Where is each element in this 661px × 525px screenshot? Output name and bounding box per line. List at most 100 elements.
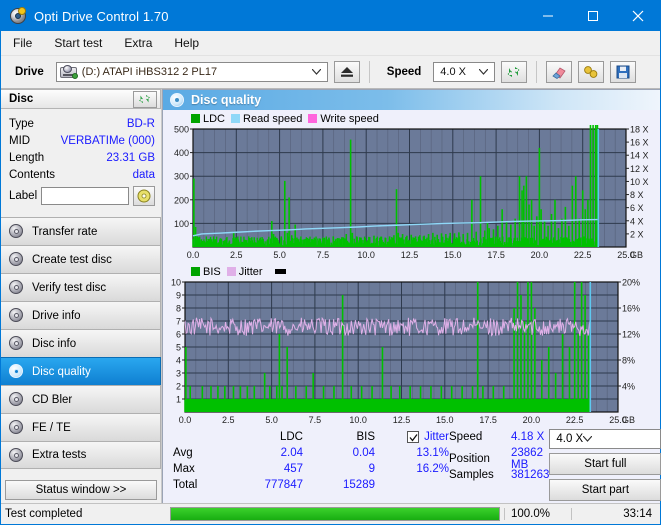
sidebar-item-label: Verify test disc (32, 281, 107, 294)
app-disc-icon (9, 7, 27, 25)
svg-text:7.5: 7.5 (317, 250, 330, 260)
start-part-button[interactable]: Start part (549, 479, 661, 501)
speed-result-value: 4.18 X (511, 431, 545, 443)
results-area: Speed 4.18 X Position 23862 MB Samples 3… (449, 429, 661, 501)
disc-contents-value: data (132, 168, 155, 181)
bis-chart-legend: BIS Jitter (163, 265, 660, 278)
speed-select[interactable]: 4.0 X (433, 62, 496, 82)
sidebar-item-create-test-disc[interactable]: Create test disc (1, 245, 161, 273)
legend-item-jitter: Jitter (226, 266, 263, 278)
stats-ldc-avg: 2.04 (280, 447, 303, 459)
svg-text:9: 9 (176, 291, 181, 301)
disc-label-cd-button[interactable] (133, 186, 155, 206)
svg-text:12%: 12% (622, 330, 640, 340)
sidebar-item-extra-tests[interactable]: Extra tests (1, 441, 161, 469)
sidebar-nav: Transfer rate Create test disc Verify te… (1, 217, 161, 469)
sidebar-item-verify-test-disc[interactable]: Verify test disc (1, 273, 161, 301)
disc-icon (9, 336, 24, 351)
drive-value: (D:) ATAPI iHBS312 2 PL17 (81, 66, 218, 78)
svg-text:20.0: 20.0 (523, 415, 541, 425)
disc-icon (9, 447, 24, 463)
speed-label: Speed (386, 66, 422, 78)
stats-jitter-avg: 13.1% (416, 447, 449, 459)
jitter-label: Jitter (424, 431, 449, 443)
app-window: Opti Drive Control 1.70 File Start test … (0, 0, 661, 525)
eject-button[interactable] (333, 61, 360, 83)
disc-type-value: BD-R (126, 117, 155, 130)
page-title: Disc quality (191, 93, 262, 107)
legend-swatch (308, 114, 318, 123)
bis-plot[interactable]: 1 2 3 4 5 6 7 8 9 10 4% 8% 12% 16% 20% 0.0 2.5 5.0 7.5 10.0… (163, 278, 660, 428)
svg-text:15.0: 15.0 (444, 250, 462, 260)
disc-info-row-type: Type BD-R (9, 115, 155, 132)
ldc-chart-legend: LDC Read speed Write speed (163, 112, 660, 125)
legend-swatch-extra (274, 269, 286, 274)
svg-text:5.0: 5.0 (265, 415, 278, 425)
drive-icon (59, 65, 78, 79)
legend-swatch (191, 114, 200, 123)
start-full-button[interactable]: Start full (549, 453, 661, 475)
test-speed-select[interactable]: 4.0 X (549, 429, 661, 449)
table-row: Total 777847 15289 (167, 477, 449, 493)
maximize-button[interactable] (570, 1, 615, 31)
disc-info-row-mid: MID VERBATIMe (000) (9, 132, 155, 149)
chevron-down-icon (583, 436, 593, 442)
menu-item-file[interactable]: File (11, 34, 34, 52)
menu-item-help[interactable]: Help (172, 34, 201, 52)
sidebar-item-fe-te[interactable]: FE / TE (1, 413, 161, 441)
svg-text:12 X: 12 X (630, 164, 649, 174)
action-buttons: 4.0 X Start full Start part (549, 429, 661, 501)
menu-item-start-test[interactable]: Start test (52, 34, 104, 52)
save-button[interactable] (610, 61, 637, 83)
sidebar-item-label: Drive info (32, 309, 81, 322)
menu-item-extra[interactable]: Extra (122, 34, 154, 52)
elapsed-time: 33:14 (571, 508, 660, 520)
sidebar-item-disc-quality[interactable]: Disc quality (1, 357, 161, 385)
sidebar-item-drive-info[interactable]: Drive info (1, 301, 161, 329)
stats-col-bis: BIS (356, 431, 375, 443)
stats-header-row: LDC BIS Jitter (167, 429, 449, 445)
disc-icon (9, 364, 24, 379)
bis-chart: BIS Jitter 1 2 3 4 5 6 7 8 9 10 4% 8% 12% 16% 20% 0.0 2.… (163, 265, 660, 428)
save-icon (616, 65, 630, 79)
key-icon (584, 66, 598, 78)
stats-row-label: Total (173, 479, 198, 491)
ldc-chart: LDC Read speed Write speed 100 200 300 400 5… (163, 112, 660, 263)
disc-label-input[interactable] (41, 187, 129, 205)
sidebar-item-disc-info[interactable]: Disc info (1, 329, 161, 357)
disc-refresh-button[interactable] (133, 90, 157, 108)
left-pane: Disc Type BD-R MID VERBATIMe (000) Lengt… (1, 89, 162, 503)
svg-text:400: 400 (174, 148, 189, 158)
sidebar-item-label: Disc info (32, 337, 77, 350)
close-button[interactable] (615, 1, 660, 31)
legend-item-read-speed: Read speed (231, 113, 302, 125)
svg-text:100: 100 (174, 219, 189, 229)
disc-icon (9, 392, 24, 407)
erase-button[interactable] (546, 61, 573, 83)
key-button[interactable] (578, 61, 605, 83)
drive-label: Drive (15, 66, 44, 78)
status-window-button[interactable]: Status window >> (5, 480, 157, 500)
drive-select[interactable]: (D:) ATAPI iHBS312 2 PL17 (55, 62, 328, 82)
samples-value: 381263 (511, 469, 550, 481)
chevron-down-icon (479, 69, 489, 75)
sidebar-item-label: Extra tests (32, 449, 87, 461)
svg-text:20%: 20% (622, 278, 640, 288)
ldc-plot[interactable]: 100 200 300 400 500 2 X 4 X 6 X 8 X 10 X 12 X 14 X 1… (163, 125, 660, 263)
jitter-checkbox[interactable] (407, 431, 420, 443)
disc-label-label: Label (9, 190, 38, 202)
minimize-button[interactable] (525, 1, 570, 31)
stats-bis-max: 9 (368, 463, 375, 475)
sidebar-item-cd-bler[interactable]: CD Bler (1, 385, 161, 413)
position-label: Position (449, 453, 490, 465)
disc-type-label: Type (9, 117, 34, 130)
svg-text:0.0: 0.0 (179, 415, 192, 425)
legend-item-write-speed: Write speed (308, 113, 379, 125)
disc-icon (9, 308, 24, 323)
svg-text:4%: 4% (622, 382, 635, 392)
sidebar-item-transfer-rate[interactable]: Transfer rate (1, 217, 161, 245)
disc-icon (9, 252, 24, 267)
eject-icon (340, 67, 353, 77)
refresh-button[interactable] (501, 61, 528, 83)
stats-col-ldc: LDC (279, 431, 303, 443)
